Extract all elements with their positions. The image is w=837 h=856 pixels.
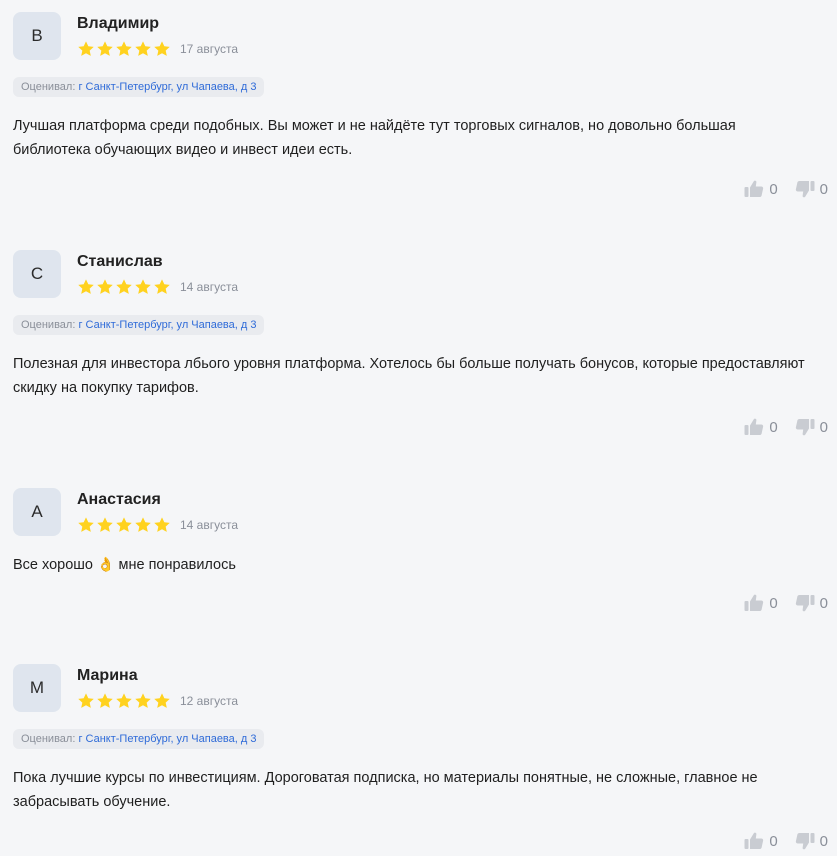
review-text: Полезная для инвестора лбього уровня пла… [13,356,805,396]
like-button[interactable]: 0 [744,832,778,850]
star-icon [78,517,94,532]
thumbs-down-icon [795,181,815,198]
star-icon [135,41,151,56]
review-date: 12 августа [180,694,239,708]
review-card: В Владимир 17 августа Оценивал: г Санкт-… [13,12,828,212]
star-icon [97,279,113,294]
star-icon [154,517,170,532]
dislike-button[interactable]: 0 [795,832,828,850]
thumbs-down-icon [795,833,815,850]
star-icon [135,693,151,708]
rated-location-badge: Оценивал: г Санкт-Петербург, ул Чапаева,… [13,729,265,749]
like-count: 0 [769,594,778,612]
badge-address-link[interactable]: г Санкт-Петербург, ул Чапаева, д 3 [78,319,256,331]
dislike-count: 0 [819,418,828,436]
dislike-button[interactable]: 0 [795,594,828,612]
star-icon [78,279,94,294]
vote-controls: 0 0 [744,179,828,199]
vote-controls: 0 0 [744,417,828,437]
star-icon [116,279,132,294]
dislike-count: 0 [819,180,828,198]
thumbs-up-icon [744,418,764,435]
like-count: 0 [769,180,778,198]
like-button[interactable]: 0 [744,180,778,198]
like-button[interactable]: 0 [744,418,778,436]
badge-label: Оценивал: [21,319,76,331]
avatar: М [13,664,61,712]
review-date: 17 августа [180,42,239,56]
vote-controls: 0 0 [744,831,828,851]
badge-address-link[interactable]: г Санкт-Петербург, ул Чапаева, д 3 [78,733,256,745]
thumbs-up-icon [744,180,764,197]
star-icon [135,517,151,532]
star-icon [97,517,113,532]
like-count: 0 [769,832,778,850]
avatar: А [13,488,61,536]
review-card: С Станислав 14 августа Оценивал: г Санкт… [13,250,828,450]
star-icon [154,41,170,56]
star-icon [154,693,170,708]
star-icon [78,41,94,56]
review-date: 14 августа [180,518,239,532]
star-icon [154,279,170,294]
rating-stars [77,40,171,58]
star-icon [135,279,151,294]
avatar: С [13,250,61,298]
dislike-button[interactable]: 0 [795,180,828,198]
vote-controls: 0 0 [744,593,828,613]
like-button[interactable]: 0 [744,594,778,612]
thumbs-up-icon [744,832,764,849]
star-icon [97,41,113,56]
star-icon [116,41,132,56]
review-text-part: мне понравилось [118,557,236,573]
dislike-count: 0 [819,832,828,850]
ok-hand-emoji: 👌 [97,556,115,572]
review-card: А Анастасия 14 августа Все хорошо 👌 мне … [13,488,828,618]
star-icon [97,693,113,708]
review-text: Пока лучшие курсы по инвестициям. Дорого… [13,770,758,810]
star-icon [116,693,132,708]
rated-location-badge: Оценивал: г Санкт-Петербург, ул Чапаева,… [13,315,265,335]
avatar: В [13,12,61,60]
dislike-count: 0 [819,594,828,612]
reviewer-name: Владимир [77,15,160,32]
rating-stars [77,278,171,296]
thumbs-down-icon [795,419,815,436]
review-date: 14 августа [180,280,239,294]
review-text: Лучшая платформа среди подобных. Вы може… [13,118,736,158]
review-text-part: Все хорошо [13,557,93,573]
reviewer-name: Станислав [77,253,163,270]
like-count: 0 [769,418,778,436]
badge-address-link[interactable]: г Санкт-Петербург, ул Чапаева, д 3 [78,81,256,93]
thumbs-down-icon [795,595,815,612]
reviewer-name: Анастасия [77,491,161,508]
review-text: Все хорошо 👌 мне понравилось [13,552,813,577]
badge-label: Оценивал: [21,81,76,93]
star-icon [116,517,132,532]
star-icon [78,693,94,708]
rating-stars [77,516,171,534]
reviewer-name: Марина [77,667,138,684]
dislike-button[interactable]: 0 [795,418,828,436]
review-card: М Марина 12 августа Оценивал: г Санкт-Пе… [13,664,828,856]
badge-label: Оценивал: [21,733,76,745]
rating-stars [77,692,171,710]
thumbs-up-icon [744,594,764,611]
rated-location-badge: Оценивал: г Санкт-Петербург, ул Чапаева,… [13,77,265,97]
